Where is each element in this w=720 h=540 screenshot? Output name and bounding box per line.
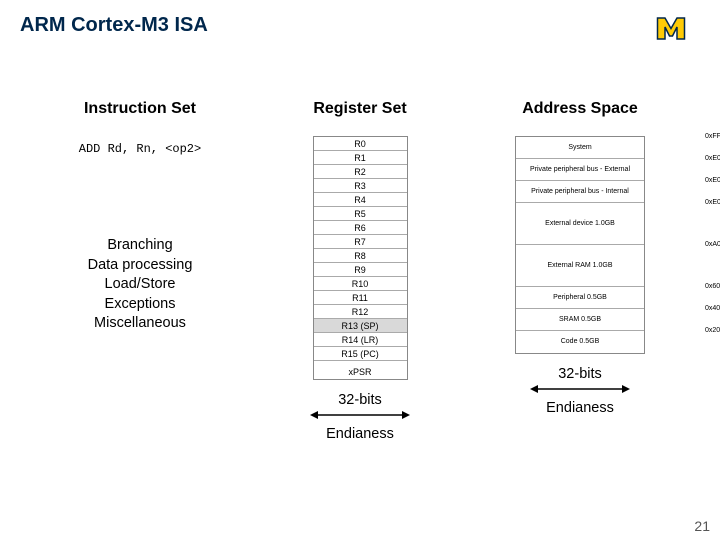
- register-row: R1: [314, 151, 407, 165]
- bits-label: 32-bits: [558, 366, 602, 382]
- memory-region: Private peripheral bus - External: [516, 159, 644, 181]
- register-row: R9: [314, 263, 407, 277]
- category-item: Load/Store: [88, 275, 193, 295]
- register-row: R7: [314, 235, 407, 249]
- register-row: R10: [314, 277, 407, 291]
- register-row-psr: xPSR: [314, 365, 407, 379]
- register-row: R12: [314, 305, 407, 319]
- category-item: Branching: [88, 236, 193, 256]
- addr-label: 0xA0000000: [705, 241, 720, 248]
- addr-label: 0xE0000000: [705, 199, 720, 206]
- address-width: 32-bits Endianess: [530, 366, 630, 416]
- register-row: R8: [314, 249, 407, 263]
- register-row: R4: [314, 193, 407, 207]
- category-item: Exceptions: [88, 295, 193, 315]
- register-row: R2: [314, 165, 407, 179]
- addr-label: 0xFFFFFFFF: [705, 133, 720, 140]
- memory-region: SRAM 0.5GB: [516, 309, 644, 331]
- address-column: Address Space System Private peripheral …: [480, 100, 680, 442]
- memory-map: System Private peripheral bus - External…: [515, 136, 645, 354]
- memory-region: System: [516, 137, 644, 159]
- memory-region: Private peripheral bus - Internal: [516, 181, 644, 203]
- bits-label: 32-bits: [338, 392, 382, 408]
- register-width: 32-bits Endianess: [310, 392, 410, 442]
- address-heading: Address Space: [522, 100, 638, 118]
- slide-title: ARM Cortex-M3 ISA: [20, 14, 208, 37]
- category-item: Miscellaneous: [88, 314, 193, 334]
- double-arrow-icon: [530, 384, 630, 394]
- instruction-categories: Branching Data processing Load/Store Exc…: [88, 236, 193, 334]
- register-column: Register Set R0 R1 R2 R3 R4 R5 R6 R7 R8 …: [260, 100, 460, 442]
- register-row-pc: R15 (PC): [314, 347, 407, 361]
- register-row: R3: [314, 179, 407, 193]
- instruction-column: Instruction Set ADD Rd, Rn, <op2> Branch…: [40, 100, 240, 442]
- register-heading: Register Set: [313, 100, 406, 118]
- register-row: R6: [314, 221, 407, 235]
- register-row: R11: [314, 291, 407, 305]
- addr-label: 0xE0040000: [705, 177, 720, 184]
- addr-label: 0xE0100000: [705, 155, 720, 162]
- page-number: 21: [694, 518, 710, 534]
- memory-region: Peripheral 0.5GB: [516, 287, 644, 309]
- register-row: R5: [314, 207, 407, 221]
- register-table: R0 R1 R2 R3 R4 R5 R6 R7 R8 R9 R10 R11 R1…: [313, 136, 408, 380]
- memory-region: External device 1.0GB: [516, 203, 644, 245]
- memory-region: Code 0.5GB: [516, 331, 644, 353]
- double-arrow-icon: [310, 410, 410, 420]
- instruction-heading: Instruction Set: [84, 100, 196, 118]
- endianess-label: Endianess: [326, 426, 394, 442]
- register-row-lr: R14 (LR): [314, 333, 407, 347]
- addr-label: 0x60000000: [705, 283, 720, 290]
- addr-label: 0x40000000: [705, 305, 720, 312]
- endianess-label: Endianess: [546, 400, 614, 416]
- category-item: Data processing: [88, 256, 193, 276]
- register-row-sp: R13 (SP): [314, 319, 407, 333]
- addr-label: 0x20000000: [705, 327, 720, 334]
- content-columns: Instruction Set ADD Rd, Rn, <op2> Branch…: [0, 100, 720, 442]
- instruction-example: ADD Rd, Rn, <op2>: [79, 142, 201, 156]
- memory-region: External RAM 1.0GB: [516, 245, 644, 287]
- register-row: R0: [314, 137, 407, 151]
- university-logo: [652, 12, 702, 42]
